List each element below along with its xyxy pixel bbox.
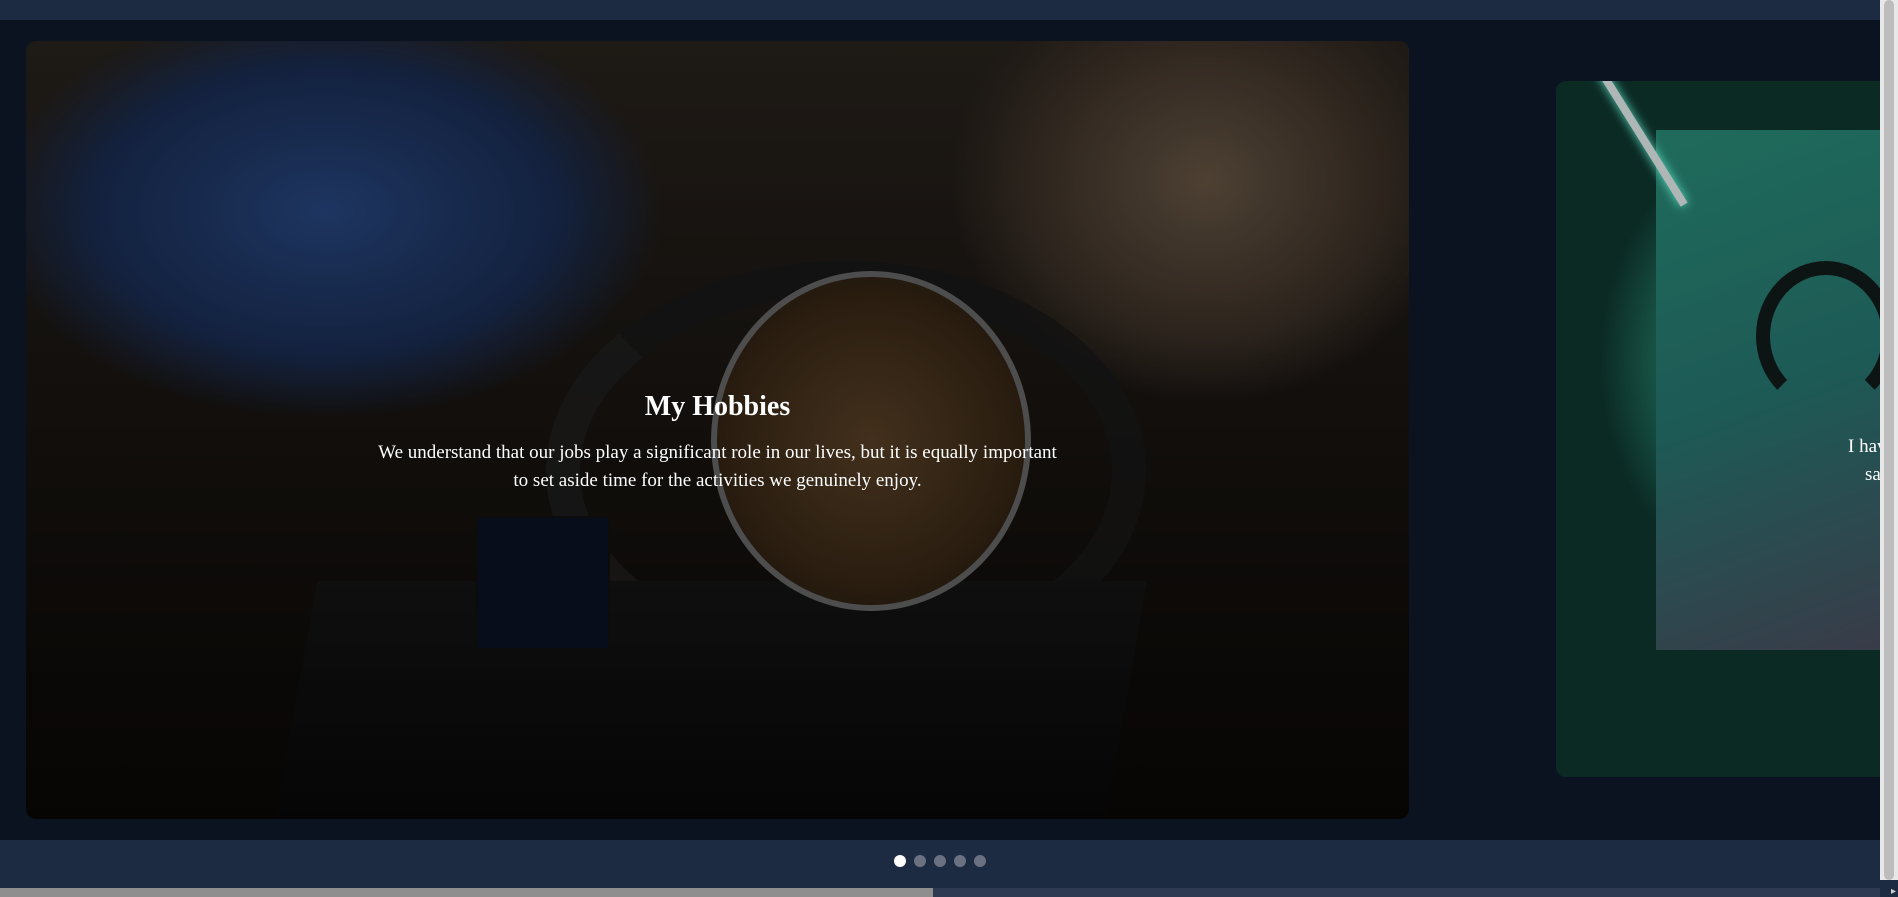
carousel-dot-5[interactable]	[974, 855, 986, 867]
top-band	[0, 0, 1880, 20]
slide-next-preview[interactable]: I have say	[1556, 81, 1880, 777]
horizontal-scrollbar[interactable]: ▸	[0, 880, 1898, 897]
carousel-dot-4[interactable]	[954, 855, 966, 867]
slide-description: We understand that our jobs play a signi…	[378, 442, 1057, 491]
slide-title: My Hobbies	[644, 391, 791, 422]
slide-next-caption-line2: say	[1865, 464, 1880, 485]
slide-next-caption: I have say	[1848, 433, 1880, 489]
carousel-stage[interactable]: My Hobbies We understand that our jobs p…	[0, 20, 1880, 840]
vertical-scrollbar-thumb[interactable]	[1884, 0, 1894, 880]
carousel-dot-3[interactable]	[934, 855, 946, 867]
horizontal-scrollbar-thumb[interactable]	[0, 888, 933, 897]
carousel-indicators	[894, 855, 986, 867]
slide-caption: My Hobbies We understand that our jobs p…	[376, 391, 1059, 495]
carousel-dot-2[interactable]	[914, 855, 926, 867]
slide-hobbies[interactable]: My Hobbies We understand that our jobs p…	[26, 41, 1409, 819]
vertical-scrollbar[interactable]	[1880, 0, 1898, 880]
scroll-right-arrow-icon[interactable]: ▸	[1891, 886, 1896, 897]
slide-next-caption-line1: I have	[1848, 436, 1880, 457]
carousel-dot-1[interactable]	[894, 855, 906, 867]
